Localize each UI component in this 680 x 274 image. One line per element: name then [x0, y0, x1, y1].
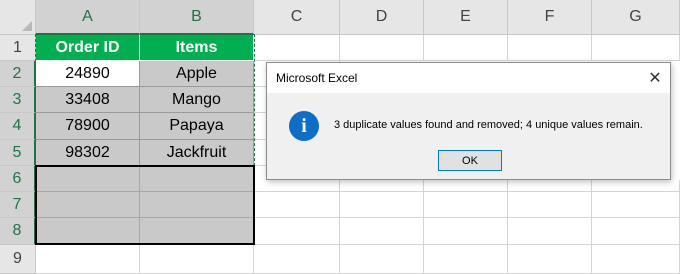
empty-cell[interactable]: [508, 218, 592, 245]
row-header-9[interactable]: 9: [0, 245, 36, 274]
empty-cell[interactable]: [254, 35, 340, 61]
empty-cell[interactable]: [140, 245, 254, 274]
empty-cell[interactable]: [36, 245, 140, 274]
empty-cell[interactable]: [140, 166, 254, 192]
empty-cell[interactable]: [508, 245, 592, 274]
row-header-2[interactable]: 2: [0, 61, 36, 87]
empty-cell[interactable]: [424, 180, 508, 192]
row-header-6[interactable]: 6: [0, 166, 36, 192]
order-id-cell[interactable]: 78900: [36, 113, 140, 140]
info-icon: i: [289, 111, 319, 141]
item-cell[interactable]: Mango: [140, 87, 254, 113]
order-id-cell[interactable]: 24890: [36, 61, 140, 87]
select-all-corner[interactable]: [0, 0, 36, 35]
empty-cell[interactable]: [140, 218, 254, 245]
dialog-message: 3 duplicate values found and removed; 4 …: [334, 119, 643, 131]
empty-cell[interactable]: [592, 35, 680, 61]
empty-cell[interactable]: [424, 35, 508, 61]
row-header-4[interactable]: 4: [0, 113, 36, 140]
empty-cell[interactable]: [592, 192, 680, 218]
dialog-title: Microsoft Excel: [276, 71, 358, 85]
empty-cell[interactable]: [424, 218, 508, 245]
close-icon[interactable]: ✕: [640, 63, 670, 93]
dialog-titlebar[interactable]: Microsoft Excel ✕: [267, 63, 670, 93]
column-header-g[interactable]: G: [592, 0, 680, 35]
empty-cell[interactable]: [340, 192, 424, 218]
empty-cell[interactable]: [340, 218, 424, 245]
row-header-8[interactable]: 8: [0, 218, 36, 245]
empty-cell[interactable]: [254, 218, 340, 245]
empty-cell[interactable]: [508, 35, 592, 61]
column-header-c[interactable]: C: [254, 0, 340, 35]
order-id-cell[interactable]: 98302: [36, 140, 140, 166]
empty-cell[interactable]: [36, 192, 140, 218]
column-header-a[interactable]: A: [36, 0, 140, 35]
empty-cell[interactable]: [424, 192, 508, 218]
empty-cell[interactable]: [254, 245, 340, 274]
empty-cell[interactable]: [508, 180, 592, 192]
header-cell-items[interactable]: Items: [140, 35, 254, 61]
empty-cell[interactable]: [592, 218, 680, 245]
column-header-f[interactable]: F: [508, 0, 592, 35]
item-cell[interactable]: Papaya: [140, 113, 254, 140]
empty-cell[interactable]: [508, 192, 592, 218]
column-header-b[interactable]: B: [140, 0, 254, 35]
empty-cell[interactable]: [340, 245, 424, 274]
header-cell-order-id[interactable]: Order ID: [36, 35, 140, 61]
row-header-5[interactable]: 5: [0, 140, 36, 166]
ok-button[interactable]: OK: [438, 150, 502, 171]
message-dialog: Microsoft Excel ✕ i 3 duplicate values f…: [266, 62, 671, 180]
empty-cell[interactable]: [592, 180, 680, 192]
item-cell[interactable]: Jackfruit: [140, 140, 254, 166]
item-cell[interactable]: Apple: [140, 61, 254, 87]
empty-cell[interactable]: [140, 192, 254, 218]
row-header-3[interactable]: 3: [0, 87, 36, 113]
empty-cell[interactable]: [340, 180, 424, 192]
column-header-d[interactable]: D: [340, 0, 424, 35]
select-all-icon: [22, 21, 32, 31]
empty-cell[interactable]: [254, 192, 340, 218]
empty-cell[interactable]: [36, 218, 140, 245]
empty-cell[interactable]: [340, 35, 424, 61]
column-header-e[interactable]: E: [424, 0, 508, 35]
row-header-1[interactable]: 1: [0, 35, 36, 61]
row-header-7[interactable]: 7: [0, 192, 36, 218]
empty-cell[interactable]: [424, 245, 508, 274]
empty-cell[interactable]: [36, 166, 140, 192]
empty-cell[interactable]: [592, 245, 680, 274]
order-id-cell[interactable]: 33408: [36, 87, 140, 113]
